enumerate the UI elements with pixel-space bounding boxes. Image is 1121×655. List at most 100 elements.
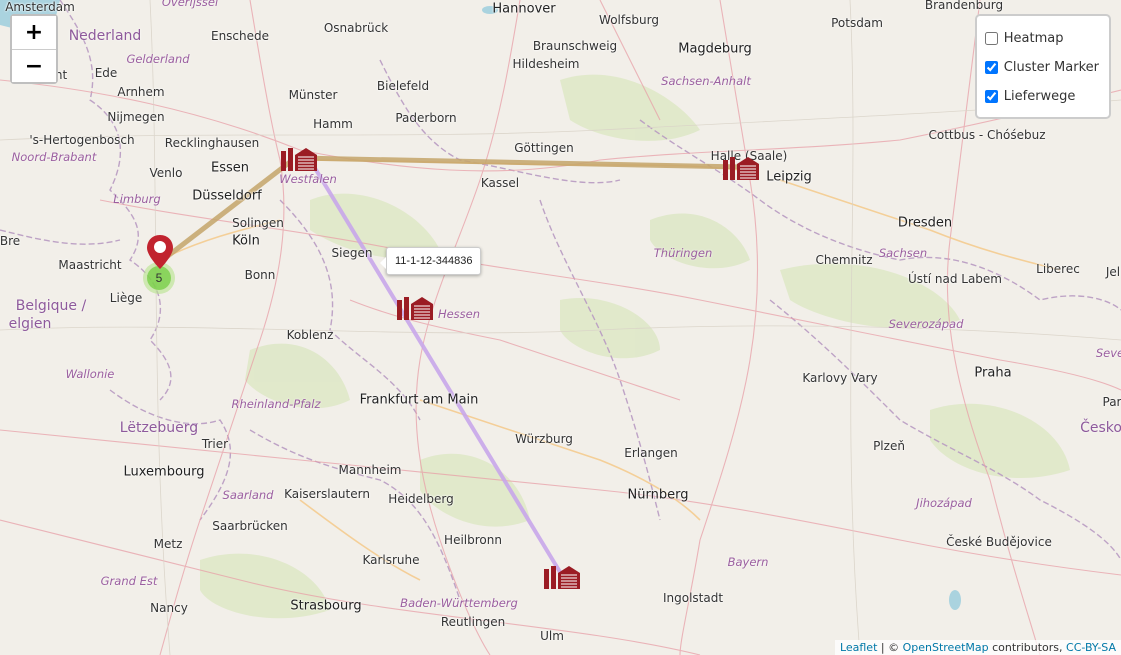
city-label: Bielefeld	[376, 79, 430, 93]
city-label: Magdeburg	[678, 41, 752, 57]
warehouse-icon	[281, 148, 317, 171]
map-attribution: Leaflet | © OpenStreetMap contributors, …	[834, 640, 1121, 655]
region-label: Seve	[1095, 346, 1121, 360]
region-label: Baden-Württemberg	[400, 596, 518, 610]
city-label: Mannheim	[338, 463, 402, 477]
zoom-out-button[interactable]: −	[12, 49, 56, 82]
city-label: Kassel	[480, 176, 520, 190]
country-label: Belgique /	[15, 298, 87, 314]
region-label: Sachsen-Anhalt	[661, 74, 751, 88]
city-label: Ulm	[540, 629, 564, 643]
city-label: Cottbus - Chóśebuz	[928, 128, 1046, 142]
city-label: Siegen	[331, 246, 373, 260]
city-label: Göttingen	[514, 141, 574, 155]
city-label: Par	[1102, 395, 1121, 409]
location-pin-icon[interactable]	[146, 234, 174, 270]
city-label: Paderborn	[395, 111, 457, 125]
layer-cluster-marker[interactable]: Cluster Marker	[983, 53, 1099, 82]
layer-heatmap[interactable]: Heatmap	[983, 24, 1099, 53]
city-label: Leipzig	[766, 169, 812, 185]
city-label: Luxembourg	[123, 464, 205, 480]
city-label: Metz	[153, 537, 183, 551]
city-label: Saarbrücken	[212, 519, 288, 533]
city-label: Heidelberg	[388, 492, 454, 506]
city-label: Arnhem	[117, 85, 165, 99]
city-label: Ústí nad Labem	[907, 272, 1003, 286]
marker-tooltip: 11-1-12-344836	[379, 247, 482, 275]
attribution-contributors: contributors,	[988, 641, 1067, 654]
warehouse-icon	[544, 566, 580, 589]
city-label: Würzburg	[515, 432, 573, 446]
region-label: Sachsen	[878, 246, 928, 260]
city-label: Solingen	[232, 216, 284, 230]
warehouse-icon	[397, 297, 433, 320]
warehouse-marker[interactable]	[396, 294, 434, 327]
city-label: Jel	[1105, 265, 1121, 279]
city-label: Frankfurt am Main	[359, 392, 479, 408]
region-label: Noord-Brabant	[11, 150, 97, 164]
zoom-in-button[interactable]: +	[12, 16, 56, 49]
city-label: Maastricht	[58, 258, 122, 272]
city-label: Ede	[94, 66, 118, 80]
region-label: Bayern	[727, 555, 769, 569]
city-label: Bonn	[244, 268, 276, 282]
warehouse-marker[interactable]	[280, 145, 318, 178]
city-label: Venlo	[149, 166, 183, 180]
city-label: Nijmegen	[107, 110, 165, 124]
city-label: Kaiserslautern	[284, 487, 370, 501]
warehouse-marker[interactable]	[722, 154, 760, 187]
city-label: Bre	[0, 234, 21, 248]
region-label: Jihozápad	[916, 496, 972, 510]
city-label: Strasbourg	[290, 598, 362, 614]
layer-lieferwege[interactable]: Lieferwege	[983, 82, 1099, 111]
leaflet-link[interactable]: Leaflet	[840, 641, 877, 654]
city-label: Braunschweig	[532, 39, 618, 53]
city-label: Osnabrück	[323, 21, 389, 35]
warehouse-icon	[723, 157, 759, 180]
region-label: Wallonie	[65, 367, 115, 381]
city-label: Hildesheim	[512, 57, 580, 71]
city-label: 's-Hertogenbosch	[29, 133, 135, 147]
layer-label: Heatmap	[1003, 31, 1064, 46]
city-label: Reutlingen	[440, 615, 506, 629]
city-label: Hannover	[492, 1, 556, 17]
country-label: Nederland	[68, 28, 142, 44]
city-label: Essen	[211, 160, 249, 176]
city-label: Koblenz	[286, 328, 334, 342]
osm-link[interactable]: OpenStreetMap	[903, 641, 989, 654]
region-label: Limburg	[113, 192, 161, 206]
lieferwege-checkbox[interactable]	[984, 90, 998, 103]
city-label: Köln	[232, 233, 260, 249]
region-label: Hessen	[437, 307, 481, 321]
heatmap-checkbox[interactable]	[984, 32, 998, 45]
zoom-control: + −	[10, 14, 58, 84]
map-container[interactable]: Amsterdam Hannover Wolfsburg Potsdam Branden…	[0, 0, 1121, 655]
city-label: Nancy	[150, 601, 188, 615]
attribution-separator: | ©	[877, 641, 903, 654]
city-label: Hamm	[313, 117, 353, 131]
city-label: Münster	[288, 88, 338, 102]
city-label: Recklinghausen	[164, 136, 260, 150]
country-label: elgien	[8, 316, 52, 332]
city-label: Brandenburg	[924, 0, 1004, 12]
city-label: Liberec	[1036, 262, 1080, 276]
region-label: Grand Est	[100, 574, 158, 588]
layer-label: Cluster Marker	[1003, 60, 1099, 75]
city-label: Praha	[974, 365, 1012, 381]
layer-control: Heatmap Cluster Marker Lieferwege	[974, 14, 1111, 119]
country-label: Česko	[1080, 420, 1121, 436]
city-label: Heilbronn	[444, 533, 502, 547]
warehouse-marker[interactable]	[543, 563, 581, 596]
city-label: Wolfsburg	[599, 13, 659, 27]
region-label: Saarland	[222, 488, 274, 502]
country-label: Lëtzebuerg	[119, 420, 199, 436]
cluster-marker-checkbox[interactable]	[984, 61, 998, 74]
region-label: Gelderland	[126, 52, 190, 66]
license-link[interactable]: CC-BY-SA	[1066, 641, 1116, 654]
city-label: Karlsruhe	[362, 553, 420, 567]
layer-label: Lieferwege	[1003, 89, 1076, 104]
city-label: Amsterdam	[5, 0, 75, 14]
region-label: Rheinland-Pfalz	[231, 397, 321, 411]
region-label: Severozápad	[888, 317, 964, 331]
region-label: Thüringen	[653, 246, 713, 260]
